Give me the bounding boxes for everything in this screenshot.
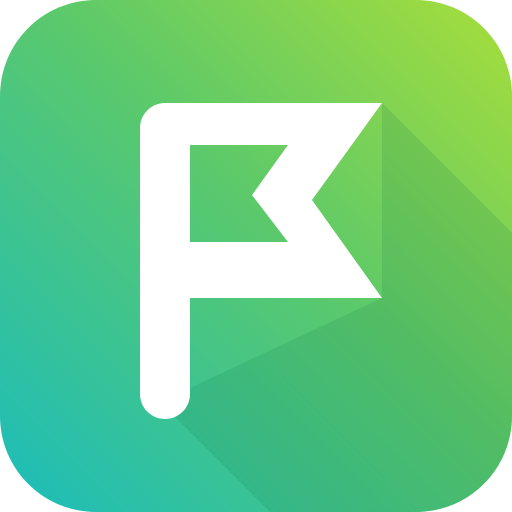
app-icon[interactable] (0, 0, 512, 512)
app-icon-canvas (0, 0, 512, 512)
